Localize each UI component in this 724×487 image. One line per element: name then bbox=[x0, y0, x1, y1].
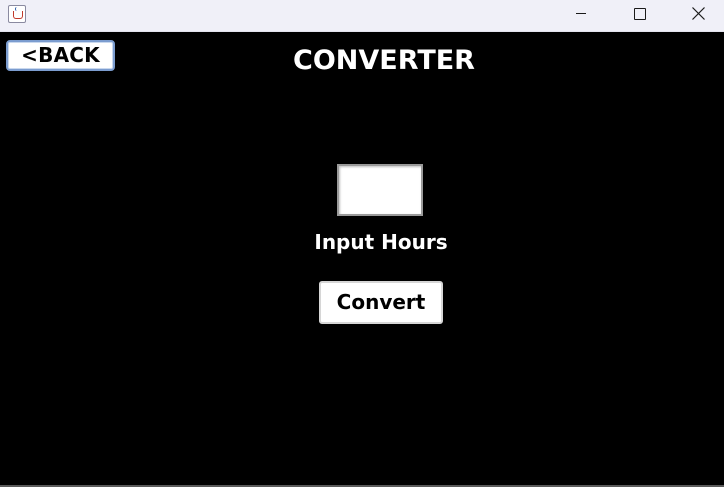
java-cup-icon bbox=[8, 5, 26, 23]
convert-button[interactable]: Convert bbox=[319, 281, 443, 324]
close-icon bbox=[692, 7, 705, 20]
page-title: CONVERTER bbox=[293, 45, 475, 76]
title-bar[interactable] bbox=[0, 0, 724, 32]
hours-label: Input Hours bbox=[314, 230, 448, 254]
maximize-button[interactable] bbox=[617, 0, 663, 31]
close-button[interactable] bbox=[673, 0, 719, 31]
minimize-button[interactable] bbox=[561, 0, 607, 31]
converter-window: <BACK CONVERTER Input Hours Convert bbox=[0, 0, 724, 487]
hours-input[interactable] bbox=[337, 164, 423, 216]
maximize-icon bbox=[634, 8, 646, 20]
minimize-icon bbox=[576, 13, 586, 14]
